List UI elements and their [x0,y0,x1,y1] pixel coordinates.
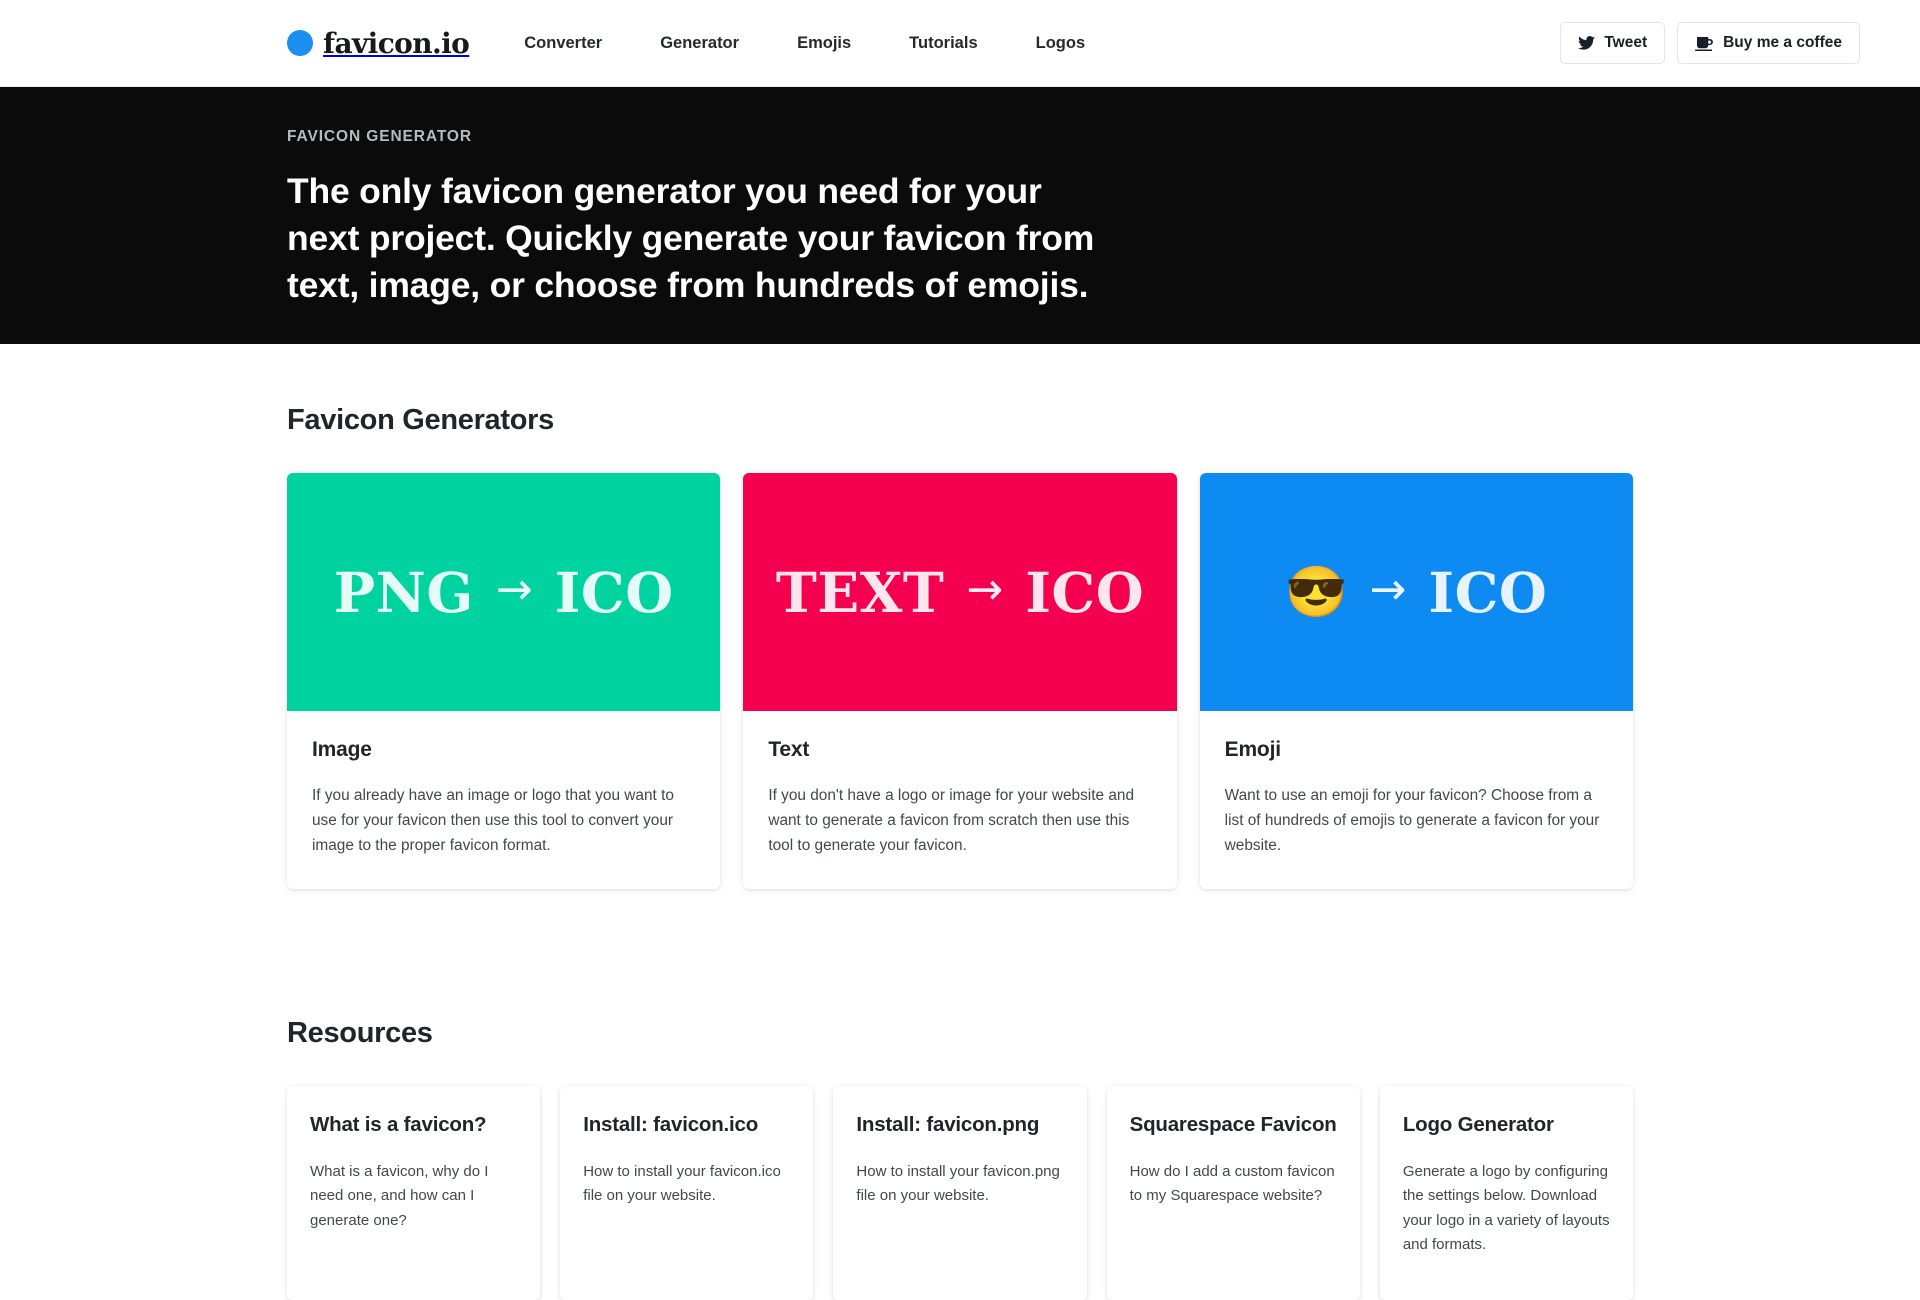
generator-banner-emoji-to-ico: 😎 → ICO [1199,473,1633,711]
resources-section: Resources What is a favicon? What is a f… [0,889,1920,1300]
nav-item-emojis[interactable]: Emojis [768,24,880,63]
resource-card-title: Install: favicon.png [856,1112,1040,1136]
hero-title: The only favicon generator you need for … [287,171,1095,305]
banner-to-label: ICO [554,559,674,625]
brand-logo-link[interactable]: favicon.io [287,26,470,60]
coffee-cup-icon [1695,36,1714,51]
favicon-dot-icon [287,30,313,56]
resource-card-title: Squarespace Favicon [1129,1112,1337,1136]
generator-card-body: Image If you already have an image or lo… [287,711,720,889]
resource-card-title: What is a favicon? [310,1112,487,1136]
nav-actions: Tweet Buy me a coffee [1560,22,1860,64]
primary-nav: Converter Generator Emojis Tutorials Log… [495,24,1114,63]
generator-card-image[interactable]: PNG → ICO Image If you already have an i… [287,473,721,889]
page-root: favicon.io Converter Generator Emojis Tu… [0,0,1920,1300]
nav-item-converter[interactable]: Converter [495,24,631,63]
generator-banner-png-to-ico: PNG → ICO [287,473,721,711]
banner-from-label: TEXT [775,559,945,625]
nav-item-generator[interactable]: Generator [631,24,768,63]
hero-banner: FAVICON GENERATOR The only favicon gener… [0,87,1920,344]
tweet-button[interactable]: Tweet [1560,22,1666,64]
hero-eyebrow: FAVICON GENERATOR [287,128,472,145]
resource-card-description: Generate a logo by configuring the setti… [1402,1163,1610,1253]
resource-card-squarespace-favicon[interactable]: Squarespace Favicon How do I add a custo… [1106,1085,1360,1300]
top-navigation-bar: favicon.io Converter Generator Emojis Tu… [0,0,1920,87]
generators-card-grid: PNG → ICO Image If you already have an i… [287,473,1633,889]
generator-card-text[interactable]: TEXT → ICO Text If you don't have a logo… [743,473,1177,889]
generator-card-title: Text [768,738,810,761]
banner-to-label: ICO [1428,559,1548,625]
arrow-right-icon: → [966,564,1004,615]
generator-card-description: If you don't have a logo or image for yo… [768,787,1135,854]
arrow-right-icon: → [1369,564,1407,615]
resource-card-logo-generator[interactable]: Logo Generator Generate a logo by config… [1379,1085,1634,1300]
generator-card-emoji[interactable]: 😎 → ICO Emoji Want to use an emoji for y… [1199,473,1633,889]
sunglasses-face-emoji-icon: 😎 [1285,564,1348,620]
resources-heading: Resources [287,1016,433,1049]
nav-item-tutorials[interactable]: Tutorials [880,24,1006,63]
generator-card-description: Want to use an emoji for your favicon? C… [1224,787,1600,854]
generator-card-description: If you already have an image or logo tha… [312,787,674,854]
banner-from-label: PNG [333,559,474,625]
generator-card-body: Emoji Want to use an emoji for your favi… [1200,711,1633,889]
resource-card-title: Install: favicon.ico [583,1112,759,1136]
generator-banner-text-to-ico: TEXT → ICO [743,473,1177,711]
twitter-bird-icon [1578,36,1596,50]
resource-card-what-is-a-favicon[interactable]: What is a favicon? What is a favicon, wh… [287,1085,541,1300]
tweet-button-label: Tweet [1604,34,1648,51]
buy-me-a-coffee-button[interactable]: Buy me a coffee [1677,22,1860,64]
resource-card-description: How to install your favicon.png file on … [856,1163,1060,1205]
generators-heading: Favicon Generators [287,404,554,436]
brand-name: favicon.io [323,26,470,60]
generator-card-title: Image [312,738,372,761]
generator-card-title: Emoji [1224,738,1281,761]
resource-card-install-favicon-png[interactable]: Install: favicon.png How to install your… [833,1085,1087,1300]
resources-card-grid: What is a favicon? What is a favicon, wh… [287,1085,1634,1300]
generator-card-body: Text If you don't have a logo or image f… [743,711,1176,889]
nav-item-logos[interactable]: Logos [1007,24,1115,63]
resource-card-description: How do I add a custom favicon to my Squa… [1129,1163,1335,1205]
buy-me-a-coffee-label: Buy me a coffee [1723,34,1842,51]
resource-card-title: Logo Generator [1402,1112,1554,1136]
resource-card-install-favicon-ico[interactable]: Install: favicon.ico How to install your… [560,1085,814,1300]
arrow-right-icon: → [495,564,533,615]
banner-to-label: ICO [1025,559,1145,625]
favicon-generators-section: Favicon Generators PNG → ICO Image If yo… [0,344,1920,889]
resource-card-description: How to install your favicon.ico file on … [583,1163,781,1205]
resource-card-description: What is a favicon, why do I need one, an… [310,1163,489,1229]
